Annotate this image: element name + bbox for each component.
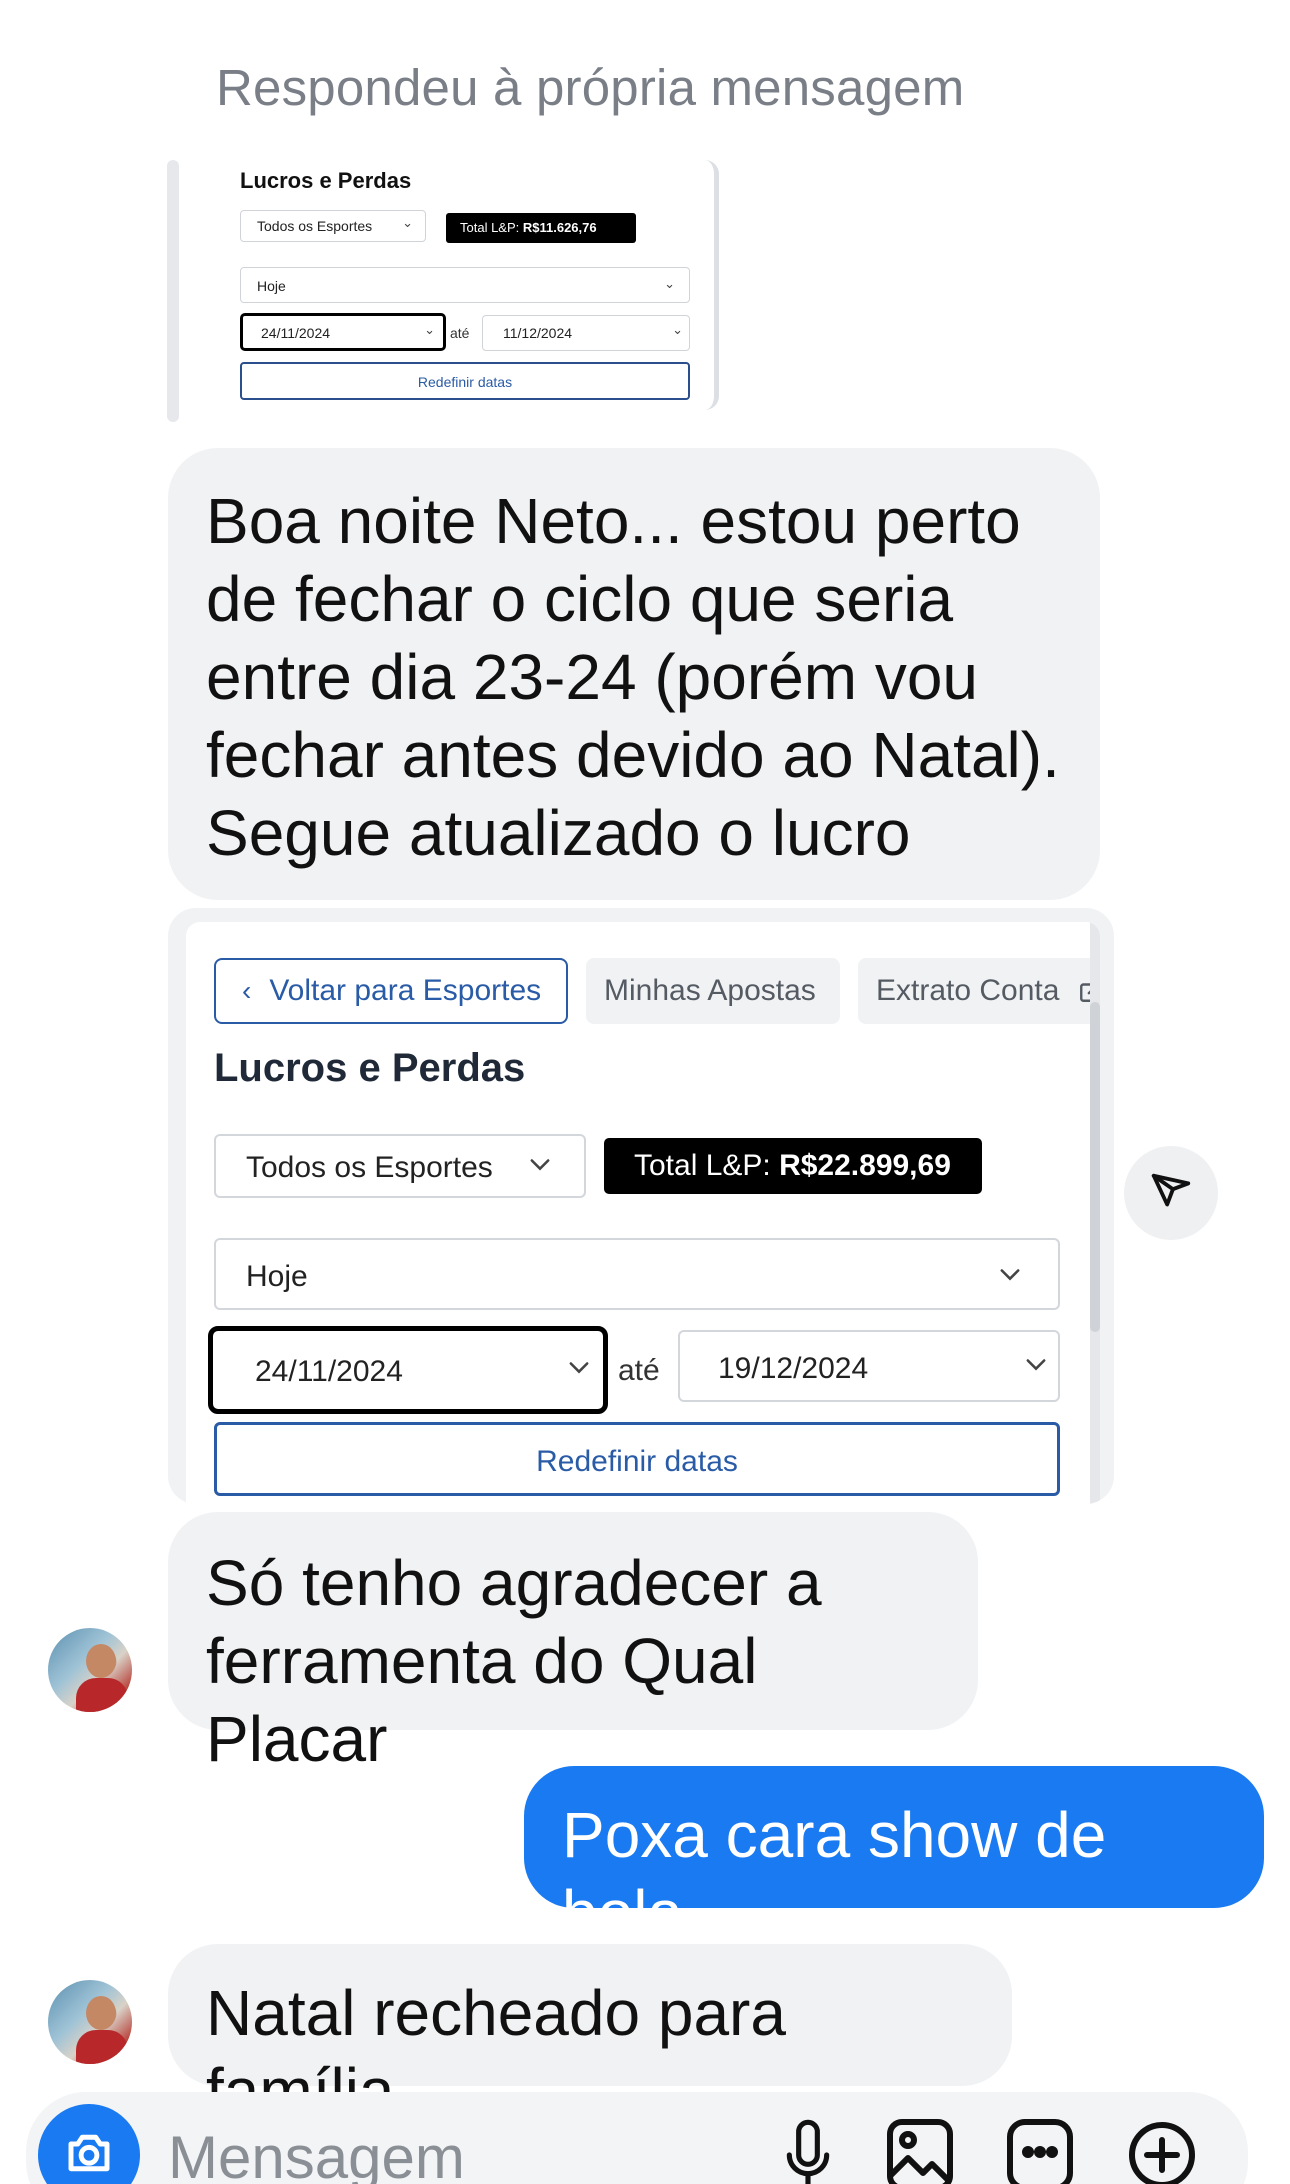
quoted-date-from-value: 24/11/2024 bbox=[261, 325, 331, 341]
sport-select-label: Todos os Esportes bbox=[246, 1151, 493, 1184]
camera-icon bbox=[68, 2134, 110, 2172]
avatar-body bbox=[76, 1678, 128, 1712]
microphone-icon bbox=[786, 2119, 830, 2184]
sticker-icon bbox=[1007, 2119, 1073, 2184]
quoted-reset-button: Redefinir datas bbox=[240, 362, 690, 400]
sport-select: Todos os Esportes bbox=[214, 1134, 586, 1198]
message-text: Boa noite Neto... estou perto de fechar … bbox=[206, 485, 1060, 869]
more-button[interactable] bbox=[1124, 2110, 1200, 2184]
chat-screen: Respondeu à própria mensagem Lucros e Pe… bbox=[0, 0, 1290, 2184]
chevron-down-icon: ⌄ bbox=[402, 215, 413, 230]
chevron-down-icon: ⌄ bbox=[672, 322, 683, 337]
chevron-down-icon bbox=[526, 1150, 554, 1186]
total-pl-value: R$22.899,69 bbox=[779, 1149, 951, 1182]
message-bubble-incoming[interactable]: Só tenho agradecer a ferramenta do Qual … bbox=[168, 1512, 978, 1775]
screenshot-scrollbar bbox=[1090, 922, 1100, 1504]
message-bubble-incoming[interactable]: Boa noite Neto... estou perto de fechar … bbox=[168, 448, 1100, 900]
reply-indicator-bar bbox=[167, 160, 179, 422]
total-pl-badge: Total L&P: R$22.899,69 bbox=[604, 1138, 982, 1194]
back-to-sports-button: ‹ Voltar para Esportes bbox=[214, 958, 568, 1024]
chevron-down-icon bbox=[1022, 1350, 1050, 1386]
quoted-date-to: 11/12/2024 ⌄ bbox=[482, 315, 690, 351]
message-bubble-incoming[interactable]: Natal recheado para família bbox=[168, 1944, 1012, 2127]
quoted-title: Lucros e Perdas bbox=[240, 168, 412, 193]
reset-dates-button: Redefinir datas bbox=[214, 1422, 1060, 1496]
date-from-select: 24/11/2024 bbox=[208, 1326, 608, 1414]
chevron-down-icon bbox=[996, 1260, 1024, 1296]
date-to-select: 19/12/2024 bbox=[678, 1330, 1060, 1402]
image-icon bbox=[887, 2119, 953, 2184]
quoted-date-from: 24/11/2024 ⌄ bbox=[240, 313, 446, 351]
period-select: Hoje bbox=[214, 1238, 1060, 1310]
message-bubble-outgoing[interactable]: Poxa cara show de bola bbox=[524, 1766, 1264, 1949]
quoted-screenshot[interactable]: Lucros e Perdas Todos os Esportes ⌄ Tota… bbox=[214, 160, 719, 410]
avatar[interactable] bbox=[48, 1628, 132, 1712]
quoted-until-label: até bbox=[450, 325, 470, 341]
chevron-down-icon: ⌄ bbox=[664, 276, 675, 291]
quoted-total-label: Total L&P: bbox=[460, 220, 523, 235]
message-image-bubble[interactable]: ‹ Voltar para Esportes Minhas Apostas Ext… bbox=[168, 908, 1114, 1504]
total-pl-label: Total L&P: bbox=[634, 1149, 780, 1182]
tab-my-bets: Minhas Apostas bbox=[586, 958, 840, 1024]
message-text: Poxa cara show de bola bbox=[562, 1799, 1107, 1949]
quoted-date-to-value: 11/12/2024 bbox=[503, 325, 573, 341]
screenshot-scrollbar-thumb bbox=[1090, 1002, 1100, 1332]
quoted-sport-select-label: Todos os Esportes bbox=[257, 218, 373, 234]
share-button[interactable] bbox=[1124, 1146, 1218, 1240]
gallery-button[interactable] bbox=[884, 2110, 956, 2184]
message-input[interactable] bbox=[168, 2122, 588, 2184]
share-icon bbox=[1151, 1173, 1191, 1207]
date-to-value: 19/12/2024 bbox=[718, 1352, 869, 1385]
profit-loss-screenshot: ‹ Voltar para Esportes Minhas Apostas Ext… bbox=[186, 922, 1100, 1504]
quoted-total-badge: Total L&P: R$11.626,76 bbox=[446, 213, 636, 243]
avatar-body bbox=[76, 2030, 128, 2064]
avatar-head bbox=[86, 1996, 116, 2030]
period-select-label: Hoje bbox=[246, 1260, 308, 1293]
reply-note: Respondeu à própria mensagem bbox=[216, 59, 965, 116]
quoted-sport-select: Todos os Esportes ⌄ bbox=[240, 210, 426, 242]
tab-account-statement-label: Extrato Conta bbox=[876, 974, 1060, 1007]
sticker-button[interactable] bbox=[1004, 2110, 1076, 2184]
back-to-sports-label: Voltar para Esportes bbox=[269, 974, 542, 1007]
until-label: até bbox=[618, 1354, 660, 1387]
quoted-period-label: Hoje bbox=[257, 278, 286, 294]
screenshot-title: Lucros e Perdas bbox=[214, 1046, 526, 1090]
date-from-value: 24/11/2024 bbox=[255, 1355, 403, 1388]
message-text: Só tenho agradecer a ferramenta do Qual … bbox=[206, 1547, 822, 1775]
microphone-button[interactable] bbox=[780, 2110, 836, 2184]
chevron-down-icon bbox=[565, 1353, 593, 1389]
chevron-left-icon: ‹ bbox=[242, 975, 252, 1006]
avatar[interactable] bbox=[48, 1980, 132, 2064]
plus-icon bbox=[1129, 2122, 1195, 2184]
quoted-period-select: Hoje ⌄ bbox=[240, 267, 690, 303]
tab-account-statement: Extrato Conta bbox=[858, 958, 1100, 1024]
chevron-down-icon: ⌄ bbox=[424, 322, 435, 337]
quoted-total-value: R$11.626,76 bbox=[522, 220, 597, 235]
avatar-head bbox=[86, 1644, 116, 1678]
